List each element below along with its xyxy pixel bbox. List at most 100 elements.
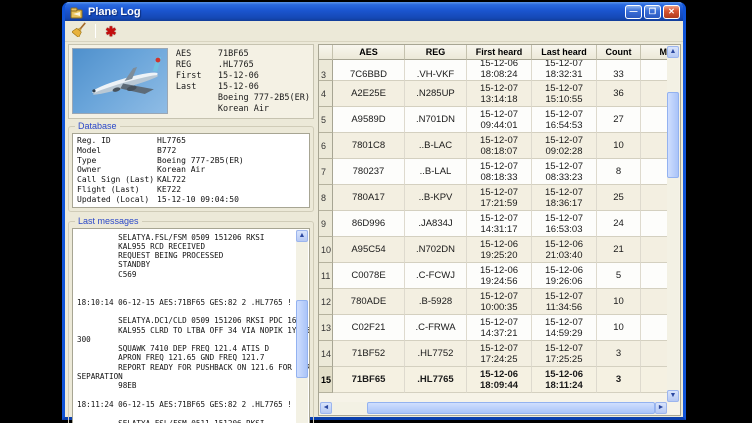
table-row[interactable]: 10A95C54.N702DN15-12-0619:25:2015-12-062… (319, 237, 668, 263)
table-cell[interactable]: 15-12-0619:24:56 (467, 263, 532, 289)
table-cell[interactable]: 5 (641, 211, 668, 237)
table-cell[interactable]: 15-12-0716:53:03 (532, 211, 597, 237)
table-cell[interactable]: 24 (597, 211, 641, 237)
table-cell[interactable]: 13 (319, 315, 333, 341)
table-cell[interactable]: 5 (641, 133, 668, 159)
table-cell[interactable]: 5 (641, 263, 668, 289)
table-cell[interactable]: .C-FRWA (405, 315, 467, 341)
table-cell[interactable]: 15-12-0714:37:21 (467, 315, 532, 341)
table-cell[interactable]: .C-FCWJ (405, 263, 467, 289)
table-horizontal-scrollbar[interactable]: ◄ ► (320, 402, 667, 414)
table-cell[interactable]: .N701DN (405, 107, 467, 133)
header-message-count[interactable]: Message count (641, 45, 668, 60)
table-cell[interactable]: 4 (641, 315, 668, 341)
table-row[interactable]: 13C02F21.C-FRWA15-12-0714:37:2115-12-071… (319, 315, 668, 341)
table-hscroll-thumb[interactable] (367, 402, 655, 414)
table-cell[interactable]: 3 (641, 341, 668, 367)
table-cell[interactable]: 7C6BBD (333, 60, 405, 81)
table-cell[interactable]: 15-12-0717:25:25 (532, 341, 597, 367)
table-cell[interactable]: ..B-LAC (405, 133, 467, 159)
table-cell[interactable]: 86D996 (333, 211, 405, 237)
table-cell[interactable]: .JA834J (405, 211, 467, 237)
table-row[interactable]: 7780237..B-LAL15-12-0708:18:3315-12-0708… (319, 159, 668, 185)
table-cell[interactable]: 3 (597, 341, 641, 367)
table-scroll-right-arrow[interactable]: ► (655, 402, 667, 414)
table-cell[interactable]: 10 (597, 289, 641, 315)
table-cell[interactable]: 15-12-0713:14:18 (467, 81, 532, 107)
messages-vertical-scrollbar[interactable]: ▲ ▼ (296, 230, 308, 423)
table-cell[interactable]: C02F21 (333, 315, 405, 341)
table-scroll-left-arrow[interactable]: ◄ (320, 402, 332, 414)
table-scroll-down-arrow[interactable]: ▼ (667, 390, 679, 402)
clear-log-button[interactable] (69, 22, 91, 40)
table-cell[interactable]: 12 (319, 289, 333, 315)
table-cell[interactable]: A95C54 (333, 237, 405, 263)
table-cell[interactable]: 15-12-0714:59:29 (532, 315, 597, 341)
table-vertical-scrollbar[interactable]: ▲ ▼ (667, 46, 679, 402)
table-cell[interactable]: 8 (319, 185, 333, 211)
table-cell[interactable]: 3 (641, 367, 668, 393)
table-cell[interactable]: 36 (597, 81, 641, 107)
table-cell[interactable]: 15-12-0710:00:35 (467, 289, 532, 315)
table-cell[interactable]: 10 (319, 237, 333, 263)
table-scroll-up-arrow[interactable]: ▲ (667, 46, 679, 58)
table-cell[interactable]: 9 (319, 211, 333, 237)
table-cell[interactable]: 15-12-0714:31:17 (467, 211, 532, 237)
table-row[interactable]: 67801C8..B-LAC15-12-0708:18:0715-12-0709… (319, 133, 668, 159)
header-aes[interactable]: AES (333, 45, 405, 60)
header-last-heard[interactable]: Last heard (532, 45, 597, 60)
table-cell[interactable]: 6 (641, 107, 668, 133)
table-row[interactable]: 5A9589D.N701DN15-12-0709:44:0115-12-0716… (319, 107, 668, 133)
table-cell[interactable]: 15-12-0716:54:53 (532, 107, 597, 133)
table-vscroll-thumb[interactable] (667, 92, 679, 178)
table-cell[interactable]: 5 (641, 185, 668, 211)
table-cell[interactable]: 25 (597, 185, 641, 211)
table-cell[interactable]: 27 (597, 107, 641, 133)
table-cell[interactable]: 6 (641, 60, 668, 81)
table-cell[interactable]: .N702DN (405, 237, 467, 263)
table-cell[interactable]: 33 (597, 60, 641, 81)
table-cell[interactable]: A2E25E (333, 81, 405, 107)
table-cell[interactable]: 14 (319, 341, 333, 367)
table-cell[interactable]: 15-12-0718:36:17 (532, 185, 597, 211)
table-cell[interactable]: 15-12-0708:33:23 (532, 159, 597, 185)
header-first-heard[interactable]: First heard (467, 45, 532, 60)
table-cell[interactable]: 15-12-0708:18:33 (467, 159, 532, 185)
stop-decode-button[interactable]: ✱ (100, 22, 122, 40)
table-cell[interactable]: 71BF65 (333, 367, 405, 393)
titlebar[interactable]: Plane Log — ❐ ✕ (65, 2, 683, 21)
table-cell[interactable]: 5 (319, 107, 333, 133)
table-cell[interactable]: 5 (641, 159, 668, 185)
table-cell[interactable]: 10 (597, 133, 641, 159)
table-cell[interactable]: ..B-KPV (405, 185, 467, 211)
table-cell[interactable]: 15-12-0618:08:24 (467, 60, 532, 81)
table-cell[interactable]: 780ADE (333, 289, 405, 315)
table-row[interactable]: 986D996.JA834J15-12-0714:31:1715-12-0716… (319, 211, 668, 237)
table-cell[interactable]: 8 (597, 159, 641, 185)
table-row[interactable]: 37C6BBD.VH-VKF15-12-0618:08:2415-12-0718… (319, 60, 668, 81)
table-cell[interactable]: 15-12-0709:44:01 (467, 107, 532, 133)
table-cell[interactable]: 6 (641, 81, 668, 107)
table-row[interactable]: 12780ADE.B-592815-12-0710:00:3515-12-071… (319, 289, 668, 315)
table-cell[interactable]: 4 (319, 81, 333, 107)
table-cell[interactable]: .B-5928 (405, 289, 467, 315)
table-cell[interactable]: 3 (319, 60, 333, 81)
scroll-up-arrow[interactable]: ▲ (296, 230, 308, 242)
messages-textarea[interactable]: SELATYA.FSL/FSM 0509 151206 RKSI KAL955 … (72, 228, 310, 423)
table-row[interactable]: 11C0078E.C-FCWJ15-12-0619:24:5615-12-061… (319, 263, 668, 289)
table-cell[interactable]: A9589D (333, 107, 405, 133)
table-cell[interactable]: 15-12-0708:18:07 (467, 133, 532, 159)
table-cell[interactable]: 15-12-0618:11:24 (532, 367, 597, 393)
table-cell[interactable]: 7801C8 (333, 133, 405, 159)
table-cell[interactable]: 15-12-0621:03:40 (532, 237, 597, 263)
table-cell[interactable]: 15-12-0619:26:06 (532, 263, 597, 289)
table-cell[interactable]: 5 (641, 237, 668, 263)
header-count[interactable]: Count (597, 45, 641, 60)
table-cell[interactable]: 15-12-0715:10:55 (532, 81, 597, 107)
table-cell[interactable]: .HL7765 (405, 367, 467, 393)
table-cell[interactable]: 780A17 (333, 185, 405, 211)
table-cell[interactable]: 15-12-0717:24:25 (467, 341, 532, 367)
table-row[interactable]: 1571BF65.HL776515-12-0618:09:4415-12-061… (319, 367, 668, 393)
table-row[interactable]: 1471BF52.HL775215-12-0717:24:2515-12-071… (319, 341, 668, 367)
table-cell[interactable]: 6 (319, 133, 333, 159)
